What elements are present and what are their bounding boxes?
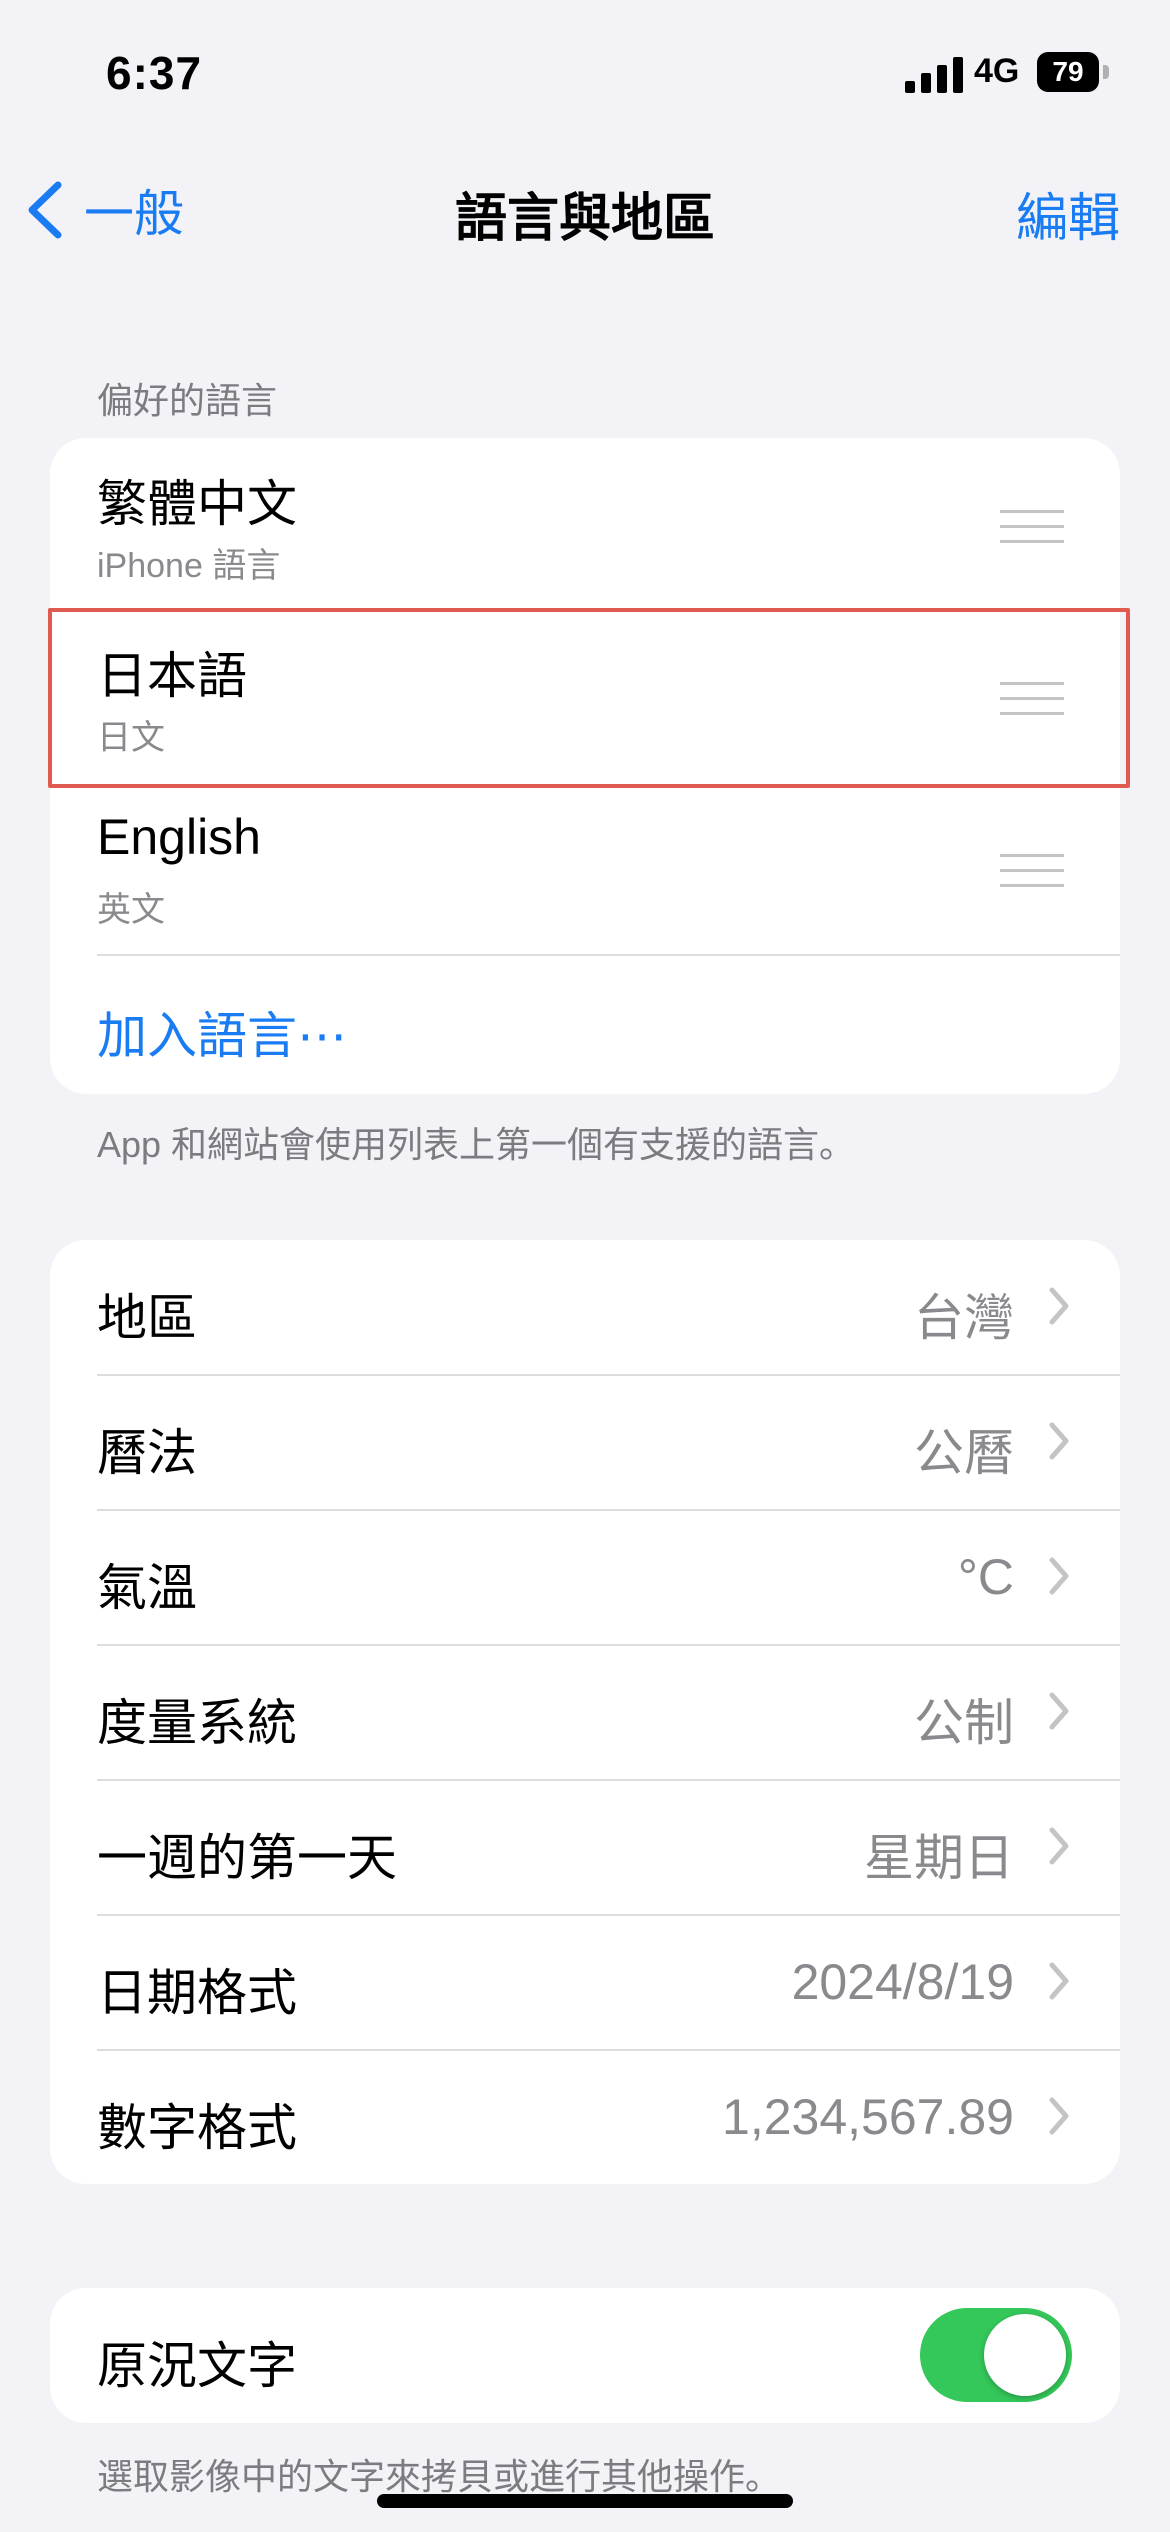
selection-highlight <box>48 608 1130 788</box>
language-subtitle: 英文 <box>97 891 165 929</box>
reorder-handle-icon[interactable] <box>1000 510 1064 544</box>
reorder-handle-icon[interactable] <box>1000 854 1064 888</box>
chevron-right-icon <box>1049 1827 1069 1865</box>
setting-label: 度量系統 <box>97 1695 297 1751</box>
chevron-right-icon <box>1049 1962 1069 2000</box>
setting-label: 日期格式 <box>97 1965 297 2021</box>
setting-row-calendar[interactable]: 曆法 公曆 <box>50 1375 1120 1510</box>
live-text-footer-note: 選取影像中的文字來拷貝或進行其他操作。 <box>97 2456 782 2497</box>
setting-label: 原況文字 <box>97 2338 297 2394</box>
setting-row-region[interactable]: 地區 台灣 <box>50 1240 1120 1375</box>
setting-label: 地區 <box>97 1290 197 1346</box>
setting-row-measurement-system[interactable]: 度量系統 公制 <box>50 1645 1120 1780</box>
chevron-right-icon <box>1049 2097 1069 2135</box>
add-language-button[interactable]: 加入語言⋯ <box>50 954 1120 1094</box>
language-subtitle: iPhone 語言 <box>97 547 281 585</box>
setting-value: 1,234,567.89 <box>722 2089 1014 2145</box>
battery-icon: 79 <box>1037 52 1109 92</box>
setting-value: 公制 <box>914 1695 1014 1751</box>
add-language-label: 加入語言⋯ <box>97 1008 347 1064</box>
preferred-languages-header: 偏好的語言 <box>97 380 278 421</box>
setting-label: 曆法 <box>97 1425 197 1481</box>
edit-button[interactable]: 編輯 <box>1016 176 1120 251</box>
live-text-toggle[interactable] <box>920 2308 1072 2402</box>
status-time: 6:37 <box>106 47 203 99</box>
toggle-knob <box>984 2314 1066 2396</box>
setting-row-date-format[interactable]: 日期格式 2024/8/19 <box>50 1915 1120 2050</box>
region-settings-list: 地區 台灣 曆法 公曆 氣溫 °C 度量系統 公制 一週的第一天 星期日 日期格… <box>50 1240 1120 2184</box>
setting-value: 公曆 <box>914 1425 1014 1481</box>
setting-row-live-text: 原況文字 <box>50 2288 1120 2423</box>
setting-value: 台灣 <box>914 1290 1014 1346</box>
chevron-right-icon <box>1049 1692 1069 1730</box>
languages-footer-note: App 和網站會使用列表上第一個有支援的語言。 <box>97 1124 856 1165</box>
status-bar: 6:37 4G 79 <box>0 0 1170 150</box>
page-title: 語言與地區 <box>454 190 715 248</box>
language-name: 繁體中文 <box>97 476 297 532</box>
chevron-right-icon <box>1049 1422 1069 1460</box>
setting-value: 星期日 <box>864 1830 1014 1886</box>
setting-label: 氣溫 <box>97 1560 197 1616</box>
setting-row-first-day-of-week[interactable]: 一週的第一天 星期日 <box>50 1780 1120 1915</box>
battery-level: 79 <box>1037 52 1099 92</box>
navigation-bar: 一般 語言與地區 編輯 <box>0 150 1170 270</box>
setting-label: 數字格式 <box>97 2100 297 2156</box>
setting-value: 2024/8/19 <box>791 1954 1014 2010</box>
setting-row-temperature[interactable]: 氣溫 °C <box>50 1510 1120 1645</box>
setting-label: 一週的第一天 <box>97 1830 397 1886</box>
chevron-right-icon <box>1049 1557 1069 1595</box>
setting-row-number-format[interactable]: 數字格式 1,234,567.89 <box>50 2050 1120 2184</box>
home-indicator[interactable] <box>377 2494 793 2508</box>
cellular-signal-icon <box>905 57 963 93</box>
setting-value: °C <box>957 1549 1014 1605</box>
chevron-right-icon <box>1049 1287 1069 1325</box>
language-name: English <box>97 809 261 865</box>
language-row-traditional-chinese[interactable]: 繁體中文 iPhone 語言 <box>50 438 1120 610</box>
language-row-english[interactable]: English 英文 <box>50 782 1120 954</box>
live-text-card: 原況文字 <box>50 2288 1120 2423</box>
network-type: 4G <box>974 52 1020 90</box>
